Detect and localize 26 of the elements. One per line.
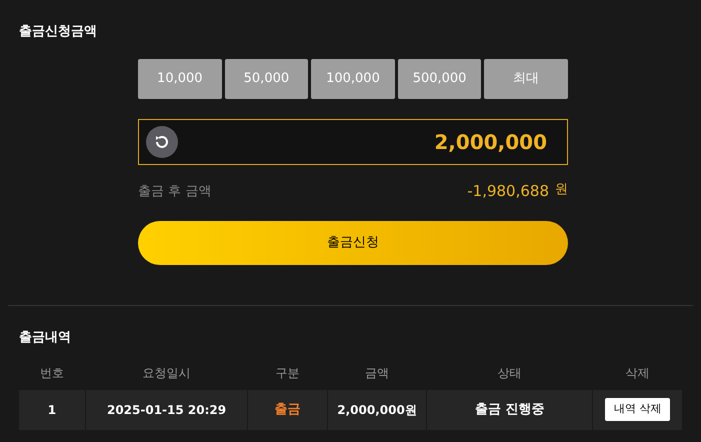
table-cell: 출금 [248,390,327,430]
column-header: 요청일시 [142,366,191,380]
amount-button[interactable]: 10,000 [138,59,222,99]
after-amount-label: 출금 후 금액 [138,182,212,200]
amount-button[interactable]: 50,000 [224,59,308,99]
column-header: 구분 [276,366,300,380]
amount-field[interactable]: 2,000,000 [138,119,568,165]
reset-icon[interactable] [146,126,178,158]
amount-value: 2,000,000 [434,129,547,156]
amount-button[interactable]: 최대 [484,59,568,99]
after-amount-value: -1,980,688 [467,181,549,202]
table-cell: 출금 진행중 [427,390,592,430]
table-cell: 2,000,000원 [328,390,426,430]
column-header: 번호 [40,366,64,380]
section-title: 출금내역 [19,328,71,346]
table-cell: 2025-01-15 20:29 [86,390,248,430]
amount-button[interactable]: 500,000 [398,59,482,99]
withdraw-button[interactable]: 출금신청 [138,220,568,264]
table-cell: 1 [19,390,85,430]
column-header: 금액 [364,366,389,380]
amount-button[interactable]: 100,000 [311,59,395,99]
currency-unit: 원 [555,181,568,199]
section-title: 출금신청금액 [19,23,97,41]
delete-button[interactable]: 내역 삭제 [604,398,670,421]
column-header: 상태 [498,366,522,380]
column-header: 삭제 [625,366,650,380]
